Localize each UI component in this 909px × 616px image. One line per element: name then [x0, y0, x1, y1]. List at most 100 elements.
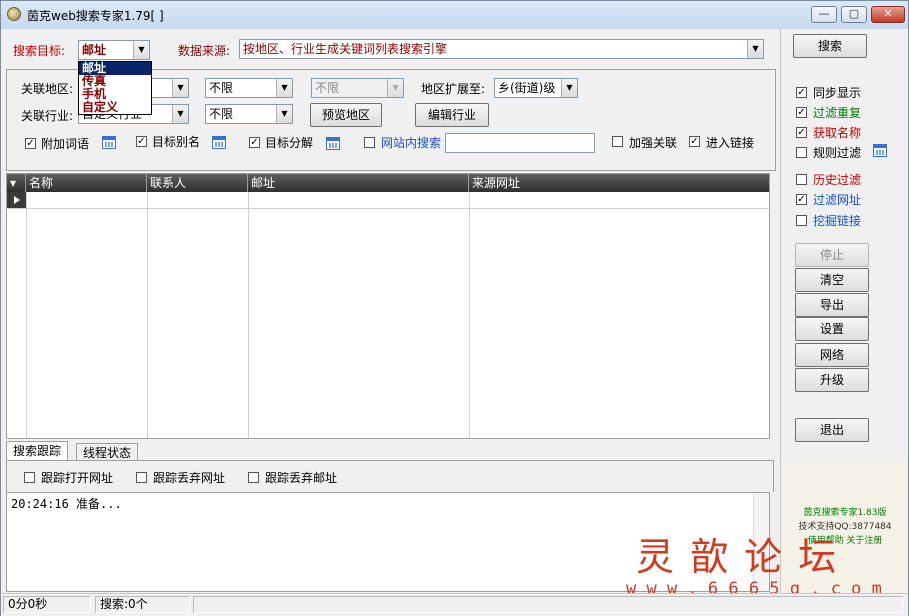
status-search-count: 搜索:0个	[95, 596, 190, 613]
track-drop-url-label: 跟踪丢弃网址	[153, 471, 226, 485]
upgrade-button[interactable]: 升级	[795, 368, 869, 392]
grid-header: ▾ 名称 联系人 邮址 来源网址	[7, 174, 769, 192]
filter-url-label: 过滤网址	[813, 193, 862, 207]
edit-industry-button[interactable]: 编辑行业	[415, 103, 489, 127]
region-label: 关联地区:	[21, 82, 74, 96]
tracking-panel	[6, 460, 774, 492]
search-button[interactable]: 搜索	[793, 34, 867, 58]
log-line: 20:24:16 准备...	[11, 497, 122, 511]
track-drop-email-checkbox[interactable]	[248, 472, 259, 483]
grid-divider	[26, 192, 148, 438]
track-open-url-label: 跟踪打开网址	[41, 471, 114, 485]
minimize-button[interactable]: —	[811, 6, 837, 23]
get-name-label: 获取名称	[813, 126, 862, 140]
column-header[interactable]: 来源网址	[469, 174, 769, 192]
app-icon	[7, 7, 21, 21]
main-window: 茵克web搜索专家1.79[ ] — ▢ ✕ 搜索目标: 邮址 ▼ 数据来源: …	[0, 0, 909, 616]
get-name-checkbox[interactable]: ✓	[796, 127, 807, 138]
close-button[interactable]: ✕	[871, 6, 905, 23]
results-grid[interactable]: ▾ 名称 联系人 邮址 来源网址	[6, 173, 770, 439]
track-drop-url-checkbox[interactable]	[136, 472, 147, 483]
dropdown-option[interactable]: 自定义	[79, 101, 151, 114]
target-split-label: 目标分解	[265, 136, 314, 150]
chevron-down-icon[interactable]: ▼	[133, 41, 149, 59]
calendar-icon[interactable]	[873, 144, 887, 157]
exit-button[interactable]: 退出	[795, 418, 869, 442]
promo-version: 茵克搜索专家1.83版	[803, 508, 887, 518]
data-source-value: 按地区、行业生成关键词列表搜索引擎	[243, 42, 448, 56]
status-bar: 0分0秒 搜索:0个	[1, 593, 908, 616]
chevron-down-icon[interactable]: ▼	[747, 40, 763, 58]
strong-link-checkbox[interactable]	[612, 136, 623, 147]
search-target-value: 邮址	[82, 43, 107, 57]
search-target-label: 搜索目标:	[13, 44, 66, 58]
filter-duplicate-label: 过滤重复	[813, 106, 862, 120]
chevron-down-icon[interactable]: ▼	[561, 79, 577, 97]
mine-links-label: 挖掘链接	[813, 214, 862, 228]
target-split-checkbox[interactable]: ✓	[249, 137, 260, 148]
chevron-down-icon: ▼	[387, 79, 403, 97]
maximize-button[interactable]: ▢	[841, 6, 867, 23]
append-keywords-checkbox[interactable]: ✓	[25, 138, 36, 149]
track-drop-email-label: 跟踪丢弃邮址	[265, 471, 338, 485]
rule-filter-label: 规则过滤	[813, 146, 862, 160]
industry-sub-select[interactable]: 不限 ▼	[205, 104, 293, 124]
enter-link-checkbox[interactable]: ✓	[689, 136, 700, 147]
settings-button[interactable]: 设置	[795, 317, 869, 341]
target-alias-label: 目标别名	[152, 135, 201, 149]
chevron-down-icon[interactable]: ▼	[276, 79, 292, 97]
calendar-icon[interactable]	[326, 137, 340, 150]
calendar-icon[interactable]	[212, 136, 226, 149]
chevron-down-icon[interactable]: ▼	[172, 105, 188, 123]
preview-region-button[interactable]: 预览地区	[310, 103, 382, 127]
column-header[interactable]: 联系人	[147, 174, 248, 192]
site-search-label: 网站内搜索	[381, 136, 442, 150]
site-search-checkbox[interactable]	[364, 137, 375, 148]
mine-links-checkbox[interactable]	[796, 215, 807, 226]
region-sub1-select[interactable]: 不限 ▼	[205, 78, 293, 98]
strong-link-label: 加强关联	[629, 136, 678, 150]
network-button[interactable]: 网络	[795, 343, 869, 367]
filter-url-checkbox[interactable]: ✓	[796, 194, 807, 205]
export-button[interactable]: 导出	[795, 293, 869, 317]
target-alias-checkbox[interactable]: ✓	[136, 136, 147, 147]
industry-label: 关联行业:	[21, 109, 74, 123]
filter-duplicate-checkbox[interactable]: ✓	[796, 107, 807, 118]
sync-display-label: 同步显示	[813, 86, 862, 100]
grid-divider	[147, 192, 249, 438]
enter-link-label: 进入链接	[706, 136, 755, 150]
column-header[interactable]: 邮址	[248, 174, 469, 192]
stop-button[interactable]: 停止	[795, 243, 869, 267]
tab-search-tracking[interactable]: 搜索跟踪	[6, 441, 69, 461]
clear-button[interactable]: 清空	[795, 268, 869, 292]
tab-thread-status[interactable]: 线程状态	[76, 443, 139, 461]
data-source-select[interactable]: 按地区、行业生成关键词列表搜索引擎 ▼	[239, 39, 764, 59]
data-source-label: 数据来源:	[178, 44, 231, 58]
grid-divider	[248, 192, 470, 438]
status-message	[193, 596, 903, 613]
region-sub1-value: 不限	[209, 81, 234, 95]
region-sub2-select: 不限 ▼	[311, 78, 404, 98]
title-bar: 茵克web搜索专家1.79[ ] — ▢ ✕	[1, 1, 908, 29]
expand-value: 乡(街道)级	[498, 81, 556, 95]
region-sub2-value: 不限	[315, 81, 340, 95]
site-search-input[interactable]	[445, 133, 595, 153]
expand-select[interactable]: 乡(街道)级 ▼	[494, 78, 578, 98]
calendar-icon[interactable]	[102, 136, 116, 149]
sync-display-checkbox[interactable]: ✓	[796, 87, 807, 98]
search-target-select[interactable]: 邮址 ▼	[78, 40, 150, 60]
append-keywords-label: 附加词语	[41, 137, 90, 151]
grid-divider	[7, 192, 27, 438]
chevron-down-icon[interactable]: ▼	[276, 105, 292, 123]
chevron-down-icon[interactable]: ▼	[172, 79, 188, 97]
window-title: 茵克web搜索专家1.79[ ]	[27, 9, 164, 23]
history-filter-checkbox[interactable]	[796, 174, 807, 185]
track-open-url-checkbox[interactable]	[24, 472, 35, 483]
industry-sub-value: 不限	[209, 107, 234, 121]
rule-filter-checkbox[interactable]	[796, 147, 807, 158]
expand-label: 地区扩展至:	[421, 82, 486, 96]
search-target-dropdown: 邮址 传真 手机 自定义	[78, 61, 152, 115]
status-elapsed: 0分0秒	[3, 596, 91, 613]
grid-corner[interactable]: ▾	[7, 174, 26, 192]
column-header[interactable]: 名称	[26, 174, 147, 192]
